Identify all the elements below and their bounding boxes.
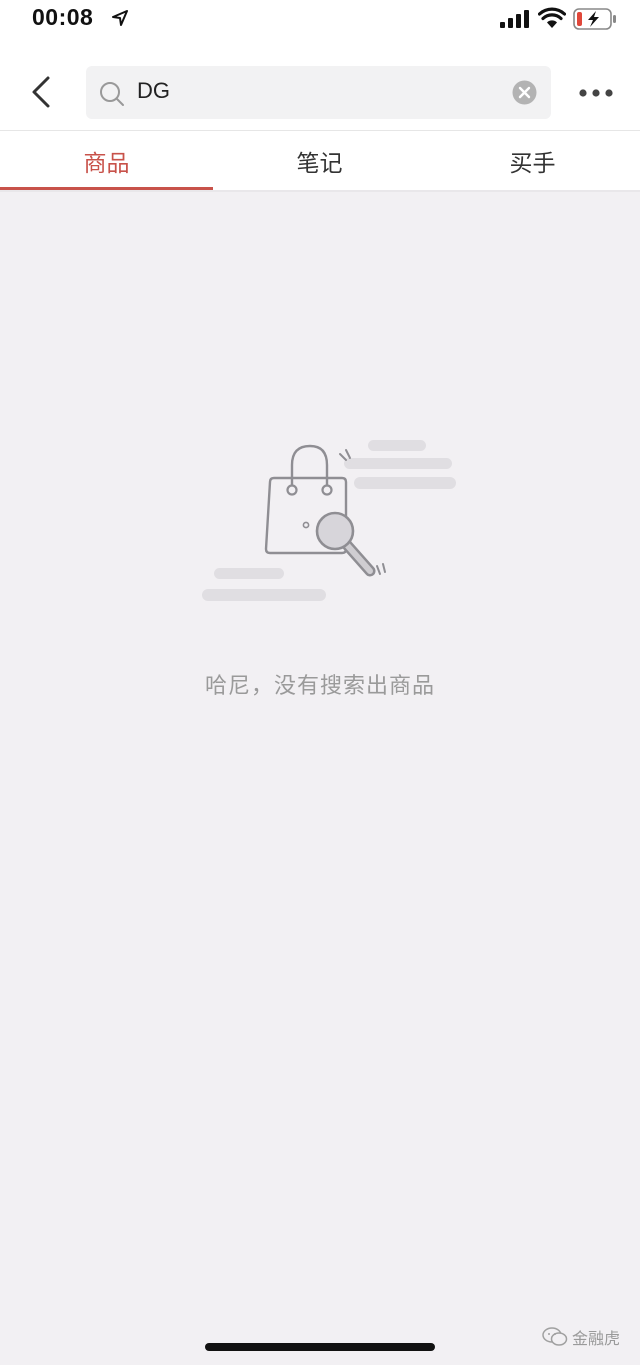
status-time: 00:08 <box>32 4 94 30</box>
battery-charging-icon <box>573 8 616 30</box>
empty-state-message: 哈尼，没有搜索出商品 <box>204 674 435 699</box>
search-query: DG <box>137 78 170 103</box>
home-indicator[interactable] <box>205 1343 435 1351</box>
search-icon <box>100 82 124 106</box>
back-button[interactable] <box>26 74 56 110</box>
clear-search-icon[interactable] <box>512 80 537 105</box>
tab-products[interactable]: 商品 <box>0 131 213 190</box>
more-options-icon[interactable] <box>578 86 614 100</box>
top-header: 00:08 DG 商品 笔记 买手 <box>0 0 640 192</box>
cellular-signal-icon <box>500 10 529 28</box>
empty-bag-search-icon <box>202 440 456 601</box>
wechat-icon <box>542 1327 568 1346</box>
wifi-icon <box>538 7 566 28</box>
search-input[interactable]: DG <box>86 66 551 119</box>
tab-notes[interactable]: 笔记 <box>213 131 426 190</box>
watermark-text: 金融虎 <box>572 1329 621 1348</box>
tab-buyers[interactable]: 买手 <box>426 131 639 190</box>
location-arrow-icon <box>112 10 128 26</box>
watermark: 金融虎 <box>542 1326 620 1348</box>
tabs-divider <box>0 190 640 192</box>
